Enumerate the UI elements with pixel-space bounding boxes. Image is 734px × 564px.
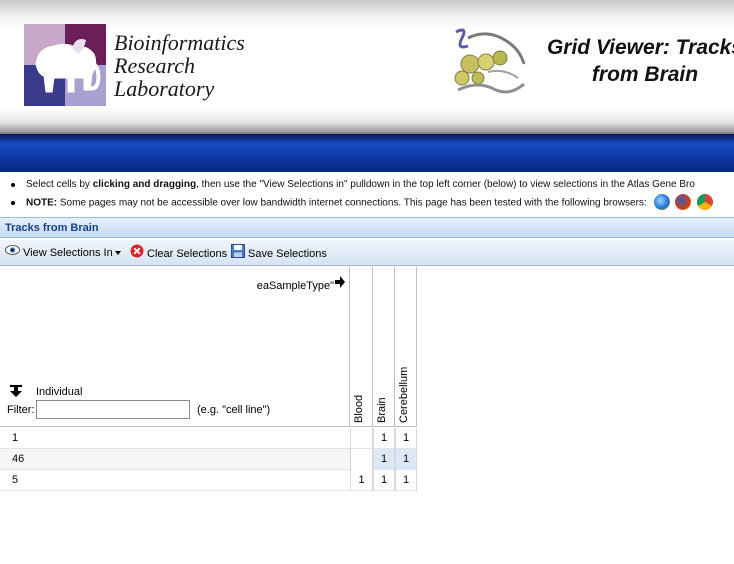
table-row: 46 1 1 (0, 449, 417, 470)
view-selections-label: View Selections In (23, 247, 113, 259)
row-label[interactable]: 5 (12, 470, 18, 491)
grid-cell[interactable]: 1 (373, 449, 395, 470)
logo-line: Laboratory (114, 76, 215, 101)
page-title: Grid Viewer: Tracks from Brain (540, 34, 734, 88)
note-text: Select cells by (26, 179, 93, 190)
grid-cell[interactable]: 1 (395, 470, 417, 491)
logo-line: Bioinformatics (114, 30, 245, 55)
column-label-wrap: Blood (353, 323, 367, 423)
chrome-icon (697, 194, 714, 211)
column-label-wrap: Cerebellum (398, 323, 412, 423)
grid-cell[interactable]: 1 (373, 428, 395, 449)
grid-cell[interactable] (350, 428, 373, 449)
clear-selections-label: Clear Selections (147, 247, 228, 260)
column-header-cerebellum[interactable]: Cerebellum (395, 267, 417, 427)
title-line: from Brain (591, 63, 699, 86)
column-label: Blood (353, 394, 365, 423)
view-selections-menu[interactable]: View Selections In (5, 244, 121, 262)
grid-header-corner: eaSampleType" Individual Filter: (e.g. "… (0, 267, 350, 427)
filter-hint: (e.g. "cell line") (197, 404, 271, 416)
browser-icons (653, 194, 717, 212)
bullet-icon (11, 183, 15, 187)
column-header-brain[interactable]: Brain (373, 267, 395, 427)
brl-logo (24, 24, 106, 106)
grid-cell[interactable]: 1 (395, 428, 417, 449)
row-dimension-label: Individual (36, 386, 83, 398)
row-label[interactable]: 46 (12, 449, 24, 470)
page-header: Bioinformatics Research Laboratory Grid … (0, 0, 734, 134)
note-text: , then use the "View Selections in" pull… (196, 179, 695, 190)
grid-cell[interactable] (350, 449, 373, 470)
table-row: 1 1 1 (0, 428, 417, 449)
notes-list: Select cells by clicking and dragging, t… (0, 176, 734, 212)
data-grid: eaSampleType" Individual Filter: (e.g. "… (0, 267, 417, 491)
bullet-icon (11, 201, 15, 205)
logo-line: Research (114, 53, 196, 78)
arrow-right-icon[interactable] (335, 276, 345, 291)
grid-toolbar: View Selections In Clear Selections Save… (0, 240, 734, 266)
note-label: NOTE: (26, 197, 58, 209)
dna-logo-icon (448, 24, 530, 96)
clear-icon (130, 244, 144, 264)
note-browsers: NOTE: Some pages may not be accessible o… (0, 194, 734, 212)
save-selections-button[interactable]: Save Selections (231, 244, 327, 262)
column-header-blood[interactable]: Blood (350, 267, 373, 427)
dropdown-arrow-icon (114, 251, 121, 256)
grid-cell[interactable]: 1 (395, 449, 417, 470)
grid-cell[interactable]: 1 (350, 470, 373, 491)
filter-label: Filter: (7, 404, 35, 416)
header-band (0, 134, 734, 172)
grid-header: eaSampleType" Individual Filter: (e.g. "… (0, 267, 417, 427)
eye-icon (5, 244, 20, 262)
firefox-icon (675, 194, 692, 211)
column-dimension-label: eaSampleType" (256, 280, 334, 292)
note-bold-text: clicking and dragging (92, 179, 197, 190)
grid-cell[interactable]: 1 (373, 470, 395, 491)
row-label[interactable]: 1 (12, 428, 18, 449)
filter-input[interactable] (36, 400, 190, 419)
note-text: Some pages may not be accessible over lo… (57, 197, 647, 209)
column-label-wrap: Brain (376, 323, 390, 423)
note-select-cells: Select cells by clicking and dragging, t… (0, 176, 734, 194)
brl-logo-text: Bioinformatics Research Laboratory (114, 31, 245, 100)
arrow-down-icon[interactable] (10, 385, 22, 400)
table-row: 5 1 1 1 (0, 470, 417, 491)
save-selections-label: Save Selections (248, 247, 327, 260)
clear-selections-button[interactable]: Clear Selections (130, 244, 227, 262)
ie-icon (653, 194, 670, 211)
column-label: Cerebellum (398, 366, 410, 423)
column-label: Brain (376, 397, 388, 423)
save-icon (231, 244, 245, 264)
title-line: Grid Viewer: Tracks (546, 36, 734, 59)
panel-title: Tracks from Brain (0, 217, 734, 238)
